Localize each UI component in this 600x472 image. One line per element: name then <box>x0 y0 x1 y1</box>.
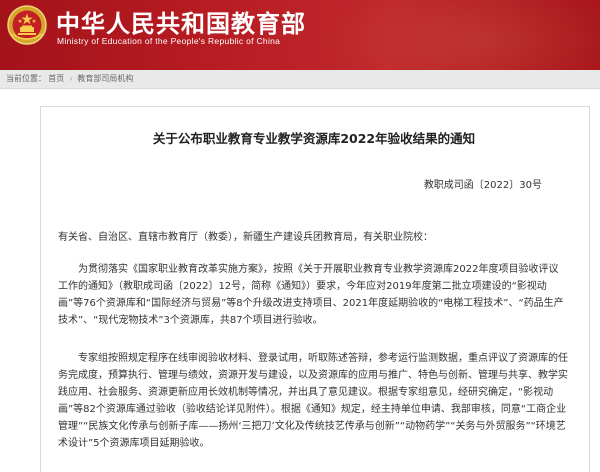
header-decoration <box>320 0 600 70</box>
site-title-cn[interactable]: 中华人民共和国教育部 <box>56 4 306 39</box>
article-paragraph-1: 为贯彻落实《国家职业教育改革实施方案》，按照《关于开展职业教育专业教学资源库20… <box>58 264 564 326</box>
breadcrumb-home-link[interactable]: 首页 <box>48 70 64 88</box>
page: 中华人民共和国教育部 Ministry of Education of the … <box>0 0 600 472</box>
article-salutation: 有关省、自治区、直辖市教育厅（教委），新疆生产建设兵团教育局，有关职业院校： <box>58 232 433 243</box>
national-emblem-icon[interactable] <box>6 4 48 46</box>
document-number: 教职成司函〔2022〕30号 <box>423 180 542 191</box>
breadcrumb: 当前位置： 首页 › 教育部司局机构 <box>0 70 600 89</box>
site-title-en[interactable]: Ministry of Education of the People's Re… <box>57 36 280 46</box>
breadcrumb-department-link[interactable]: 教育部司局机构 <box>77 70 133 88</box>
breadcrumb-label: 当前位置： <box>6 74 46 83</box>
article-paragraph-2: 专家组按照规定程序在线审阅验收材料、登录试用，听取陈述答辩，参考运行监测数据，重… <box>58 353 568 449</box>
article-title: 关于公布职业教育专业教学资源库2022年验收结果的通知 <box>152 131 476 146</box>
site-header: 中华人民共和国教育部 Ministry of Education of the … <box>0 0 600 70</box>
breadcrumb-separator: › <box>69 74 73 83</box>
